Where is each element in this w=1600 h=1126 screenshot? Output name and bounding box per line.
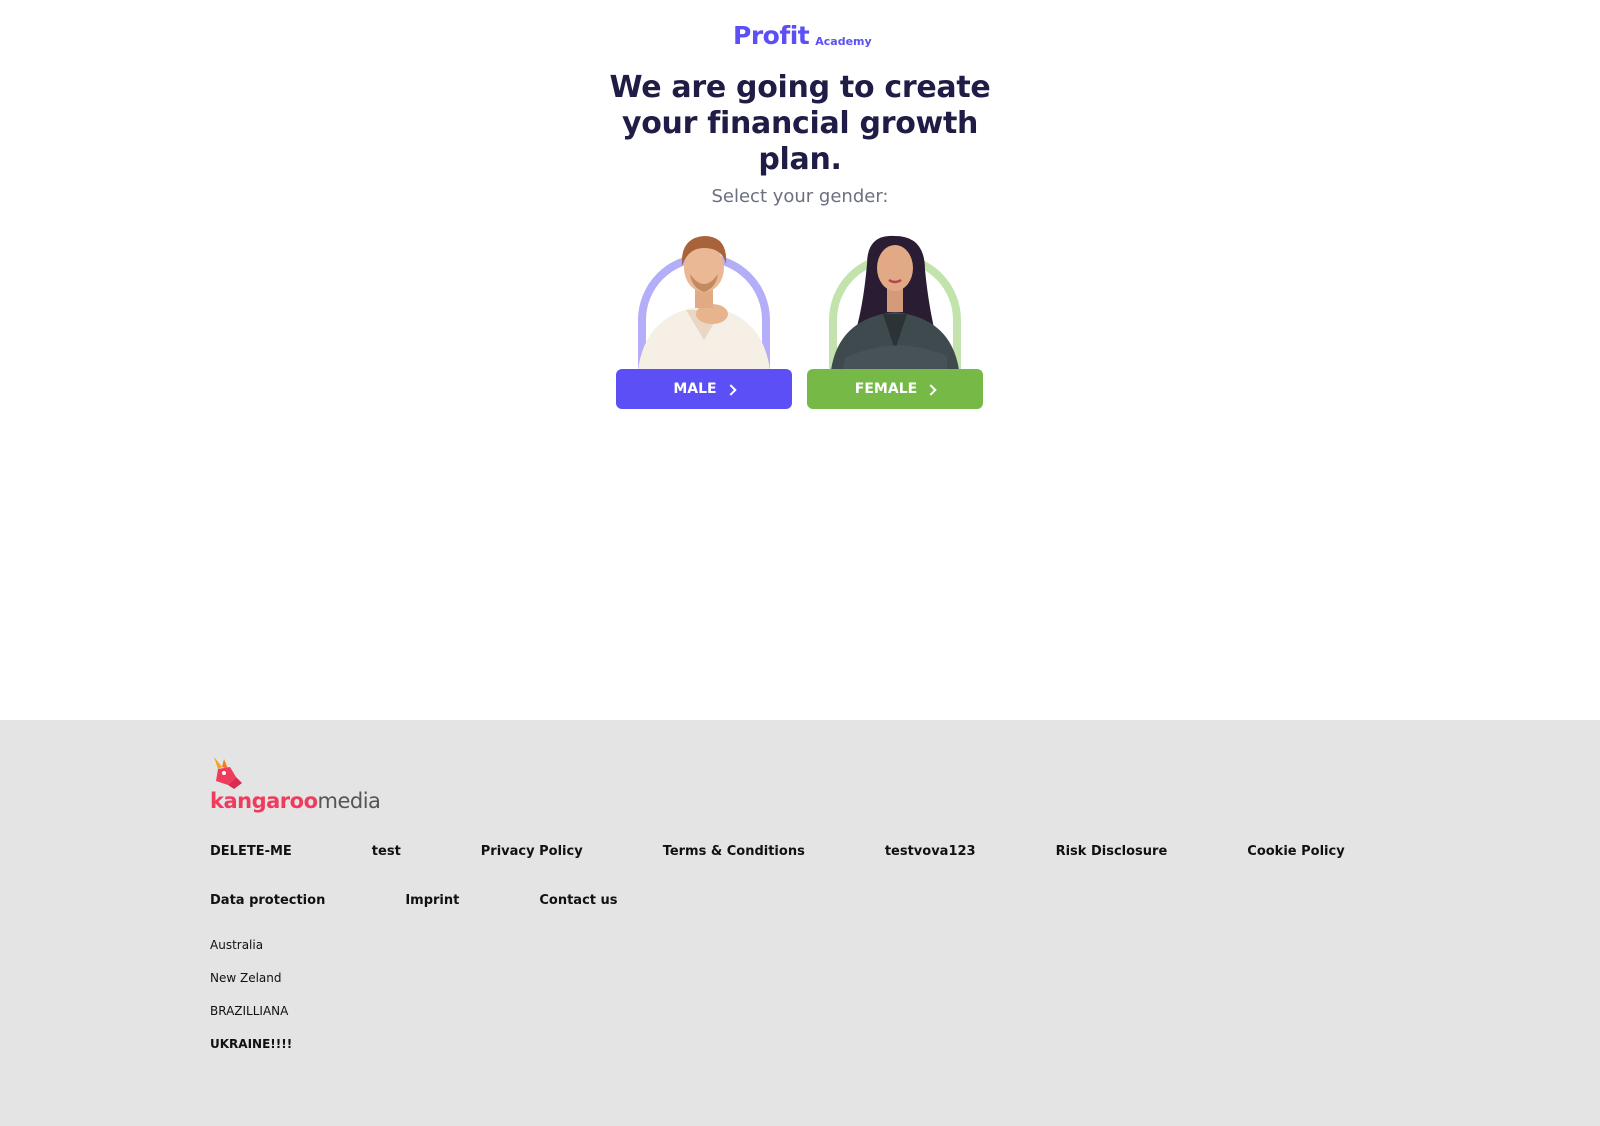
footer-link-cookie-policy[interactable]: Cookie Policy — [1247, 844, 1344, 859]
male-button-label: MALE — [673, 381, 717, 397]
gender-prompt: Select your gender: — [711, 186, 889, 207]
page-title: We are going to create your financial gr… — [609, 70, 991, 177]
footer-link-privacy-policy[interactable]: Privacy Policy — [481, 844, 583, 859]
footer-link-contact-us[interactable]: Contact us — [539, 893, 617, 908]
footer-link-data-protection[interactable]: Data protection — [210, 893, 325, 908]
male-button[interactable]: MALE — [616, 369, 792, 409]
country-link-australia[interactable]: Australia — [210, 938, 292, 971]
profit-academy-logo[interactable]: Profit Academy — [733, 22, 872, 50]
footer-link-testvova123[interactable]: testvova123 — [885, 844, 976, 859]
footer-link-terms[interactable]: Terms & Conditions — [663, 844, 805, 859]
male-portrait — [616, 230, 792, 370]
footer: kangaroomedia DELETE-ME test Privacy Pol… — [0, 720, 1600, 1126]
logo-sub: Academy — [815, 35, 872, 48]
main-section: Profit Academy We are going to create yo… — [0, 0, 1600, 720]
female-button[interactable]: FEMALE — [807, 369, 983, 409]
footer-links-primary: DELETE-ME test Privacy Policy Terms & Co… — [210, 844, 1425, 859]
chevron-right-icon — [724, 383, 737, 396]
country-link-new-zealand[interactable]: New Zeland — [210, 971, 292, 1004]
footer-link-imprint[interactable]: Imprint — [405, 893, 459, 908]
country-link-ukraine[interactable]: UKRAINE!!!! — [210, 1037, 292, 1070]
country-links: Australia New Zeland BRAZILLIANA UKRAINE… — [210, 938, 292, 1070]
wordmark-part1: kangaroo — [210, 789, 318, 813]
female-portrait — [807, 230, 983, 370]
wordmark-part2: media — [317, 789, 381, 813]
female-button-label: FEMALE — [854, 381, 918, 397]
country-link-brazil[interactable]: BRAZILLIANA — [210, 1004, 292, 1037]
footer-links-secondary: Data protection Imprint Contact us — [210, 893, 698, 908]
logo-name: Profit — [733, 21, 810, 50]
male-option-card[interactable]: MALE — [616, 230, 792, 410]
footer-link-test[interactable]: test — [372, 844, 401, 859]
chevron-right-icon — [925, 383, 937, 396]
female-option-card[interactable]: FEMALE — [807, 230, 983, 410]
kangaroo-media-wordmark: kangaroomedia — [210, 789, 381, 813]
footer-link-delete-me[interactable]: DELETE-ME — [210, 844, 292, 859]
kangaroo-media-logo[interactable]: kangaroomedia — [210, 755, 381, 820]
footer-link-risk-disclosure[interactable]: Risk Disclosure — [1056, 844, 1168, 859]
